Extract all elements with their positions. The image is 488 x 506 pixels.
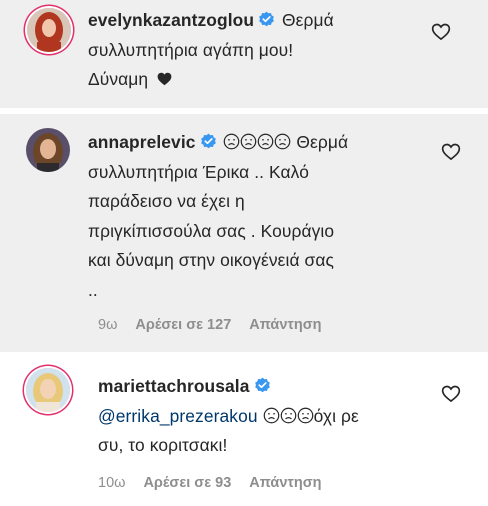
like-heart-icon[interactable] xyxy=(441,384,461,404)
comment-line: Δύναμη xyxy=(88,69,149,89)
crying-face-icon xyxy=(263,407,279,423)
comment-meta: 9ω Αρέσει σε 127 Απάντηση xyxy=(98,317,340,333)
crying-face-icon xyxy=(241,133,257,150)
black-heart-icon xyxy=(157,72,172,86)
avatar[interactable] xyxy=(26,368,70,412)
username[interactable]: mariettachrousala xyxy=(98,376,250,396)
verified-badge-icon xyxy=(254,377,270,393)
comment-line: συ, το κοριτσακι! xyxy=(98,435,228,455)
likes-count-button[interactable]: Αρέσει σε 127 xyxy=(135,317,231,333)
verified-badge-icon xyxy=(200,133,216,149)
comment-meta: 10ω Αρέσει σε 93 Απάντηση xyxy=(98,475,340,491)
comment-text: mariettachrousala @errika_prezerakou όχι… xyxy=(98,372,433,461)
mention-link[interactable]: @errika_prezerakou xyxy=(98,406,258,426)
comment-text: annaprelevic Θερμά συλλυπητήρια Έρικα ..… xyxy=(88,128,433,305)
crying-face-icon xyxy=(275,133,291,150)
like-heart-icon[interactable] xyxy=(441,142,461,162)
avatar[interactable] xyxy=(27,8,71,52)
verified-badge-icon xyxy=(259,11,274,27)
timestamp: 9ω xyxy=(98,317,118,333)
reply-button[interactable]: Απάντηση xyxy=(249,475,321,491)
crying-face-icon xyxy=(297,407,313,423)
timestamp: 10ω xyxy=(98,475,126,491)
comment-line: και δύναμη στην οικογένειά σας xyxy=(88,250,335,270)
crying-face-emoji-icons xyxy=(263,406,314,426)
comment-line: συλλυπητήρια Έρικα .. Καλό xyxy=(88,161,309,182)
comment-line: συλλυπητήρια αγάπη μου! xyxy=(88,39,294,60)
like-heart-icon[interactable] xyxy=(431,22,451,42)
comment-line: .. xyxy=(88,279,98,300)
reply-button[interactable]: Απάντηση xyxy=(249,317,321,333)
avatar[interactable] xyxy=(26,128,70,172)
crying-face-icon xyxy=(258,133,274,150)
username[interactable]: evelynkazantzoglou xyxy=(88,10,254,30)
comment-line: Θερμά xyxy=(282,10,334,30)
comment-line: όχι ρε xyxy=(313,405,359,426)
username[interactable]: annaprelevic xyxy=(88,132,196,152)
crying-face-emoji-icons xyxy=(223,132,296,152)
comment-line: Θερμά xyxy=(296,132,349,152)
comment-text: evelynkazantzoglou Θερμά συλλυπητήρια αγ… xyxy=(88,6,428,95)
crying-face-icon xyxy=(280,407,296,423)
comment-line: παράδεισο να έχει η xyxy=(88,191,245,211)
crying-face-icon xyxy=(224,133,240,150)
likes-count-button[interactable]: Αρέσει σε 93 xyxy=(143,475,231,491)
comment-line: πριγκίπισσούλα σας . Κουράγιο xyxy=(88,220,335,241)
